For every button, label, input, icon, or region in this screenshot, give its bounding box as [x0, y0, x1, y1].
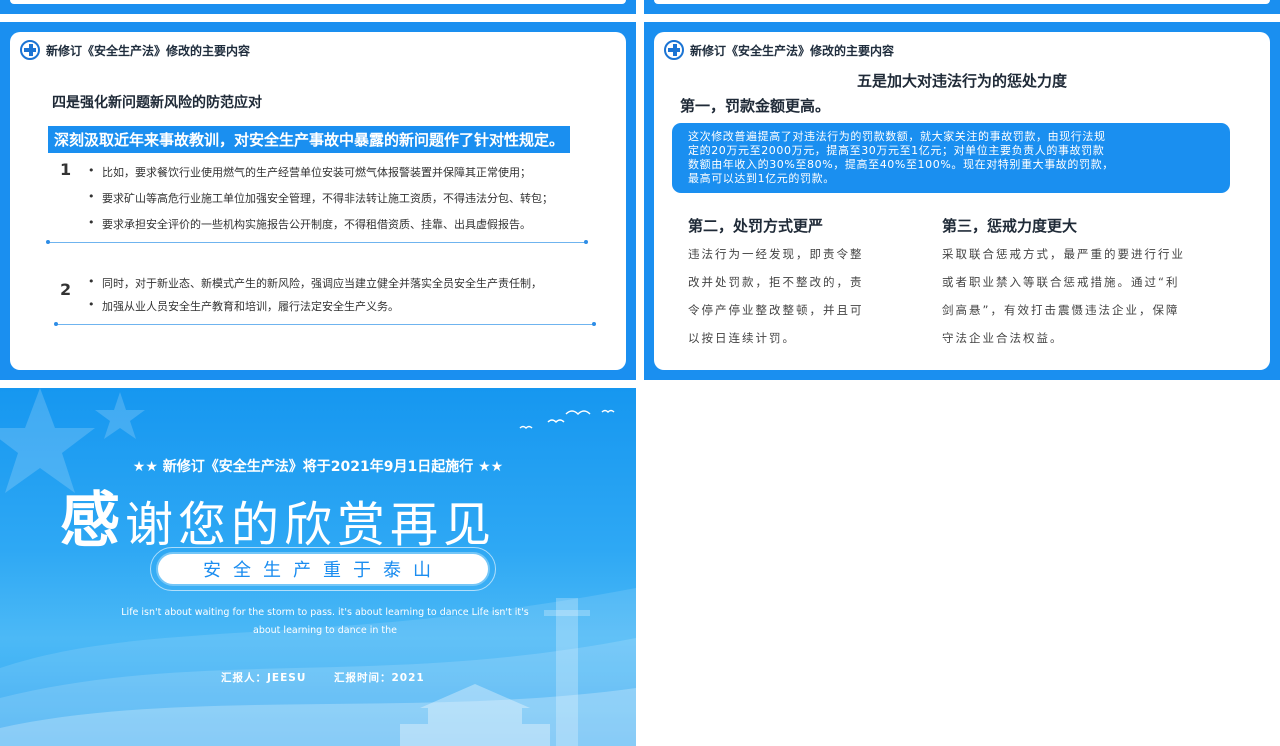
previous-slide-strip-left[interactable]: [0, 0, 636, 14]
column-line: 违法行为一经发现，即责令整: [688, 247, 864, 261]
divider-line: [54, 322, 596, 326]
english-quote: Life isn't about waiting for the storm t…: [110, 604, 540, 640]
column-line: 采取联合惩戒方式，最严重的要进行行业: [942, 247, 1185, 261]
header-title: 新修订《安全生产法》修改的主要内容: [690, 43, 895, 58]
slogan-text: 安全生产重于泰山: [203, 560, 443, 581]
bullet-item: 同时，对于新业态、新模式产生的新风险，强调应当建立健全并落实全员安全生产责任制，: [88, 275, 542, 291]
reporter-label: 汇报人：JEESU: [221, 672, 307, 684]
column-line: 改并处罚款，拒不整改的，责: [688, 275, 864, 289]
column-line: 剑高悬”，有效打击震慑违法企业，保障: [942, 303, 1180, 317]
column-title-discipline: 第三，惩戒力度更大: [942, 217, 1078, 235]
item-number-2: 2: [60, 280, 72, 299]
highlight-band: 深刻汲取近年来事故教训，对安全生产事故中暴露的新问题作了针对性规定。: [48, 126, 571, 153]
column-line: 守法企业合法权益。: [942, 331, 1064, 345]
bullet-item: 比如，要求餐饮行业使用燃气的生产经营单位安装可燃气体报警装置并保障其正常使用；: [88, 164, 531, 180]
header-title: 新修订《安全生产法》修改的主要内容: [46, 43, 251, 58]
quote-line: Life isn't about waiting for the storm t…: [121, 607, 529, 618]
box-line: 这次修改普遍提高了对违法行为的罚款数额，就大家关注的事故罚款，由现行法规: [688, 130, 1106, 143]
slide-thumbnail-3[interactable]: ★★ 新修订《安全生产法》将于2021年9月1日起施行 ★★ 感谢您的欣赏再见 …: [0, 388, 636, 746]
box-line: 数额由年收入的30%至80%，提高至40%至100%。现在对特别重大事故的罚款，: [688, 158, 1114, 171]
fine-details-box: 这次修改普遍提高了对违法行为的罚款数额，就大家关注的事故罚款，由现行法规 定的2…: [672, 123, 1230, 193]
bullet-item: 要求承担安全评价的一些机构实施报告公开制度，不得租借资质、挂靠、出具虚假报告。: [88, 216, 531, 232]
column-line: 以按日连续计罚。: [688, 331, 796, 345]
slide-thumbnail-2[interactable]: 新修订《安全生产法》修改的主要内容 五是加大对违法行为的惩处力度 第一，罚款金额…: [644, 22, 1280, 380]
bullet-item: 要求矿山等高危行业施工单位加强安全管理，不得非法转让施工资质，不得违法分包、转包…: [88, 190, 553, 206]
column-line: 或者职业禁入等联合惩戒措施。通过“利: [942, 275, 1180, 289]
column-line: 令停产停业整改整顿，并且可: [688, 303, 864, 317]
section-title: 四是强化新问题新风险的防范应对: [52, 95, 262, 111]
box-line: 定的20万元至2000万元，提高至30万元至1亿元；对单位主要负责人的事故罚款: [688, 144, 1105, 157]
monument-column-icon: [556, 598, 578, 746]
slide-card: 新修订《安全生产法》修改的主要内容 四是强化新问题新风险的防范应对 深刻汲取近年…: [10, 32, 626, 370]
report-time-label: 汇报时间：2021: [334, 672, 425, 684]
thanks-rest: 谢您的欣赏再见: [125, 497, 497, 553]
item-number-1: 1: [60, 160, 72, 179]
thanks-heading: 感谢您的欣赏再见: [60, 472, 580, 559]
column-text-punishment: 违法行为一经发现，即责令整 改并处罚款，拒不整改的，责 令停产停业整改整顿，并且…: [688, 240, 864, 352]
column-title-punishment: 第二，处罚方式更严: [688, 217, 824, 235]
safety-cross-icon: [664, 40, 684, 60]
birds-icon: [519, 409, 615, 430]
thanks-first-char: 感: [60, 486, 125, 556]
slide-thumbnail-1[interactable]: 新修订《安全生产法》修改的主要内容 四是强化新问题新风险的防范应对 深刻汲取近年…: [0, 22, 636, 380]
slide-header: 新修订《安全生产法》修改的主要内容: [20, 40, 250, 60]
slogan-pill: 安全生产重于泰山: [156, 552, 490, 586]
slide-header: 新修订《安全生产法》修改的主要内容: [664, 40, 894, 60]
box-line: 最高可以达到1亿元的罚款。: [688, 172, 835, 185]
column-text-discipline: 采取联合惩戒方式，最严重的要进行行业 或者职业禁入等联合惩戒措施。通过“利 剑高…: [942, 240, 1185, 352]
safety-cross-icon: [20, 40, 40, 60]
slide-card: 新修订《安全生产法》修改的主要内容 五是加大对违法行为的惩处力度 第一，罚款金额…: [654, 32, 1270, 370]
bullet-continuation: 加强从业人员安全生产教育和培训，履行法定安全生产义务。: [88, 298, 399, 314]
previous-slide-strip-right[interactable]: [644, 0, 1280, 14]
star-decoration-icon: [95, 392, 145, 439]
section-title: 五是加大对违法行为的惩处力度: [856, 72, 1067, 90]
subsection-title: 第一，罚款金额更高。: [680, 97, 831, 115]
quote-line: about learning to dance in the: [253, 625, 397, 636]
divider-line: [46, 240, 588, 244]
